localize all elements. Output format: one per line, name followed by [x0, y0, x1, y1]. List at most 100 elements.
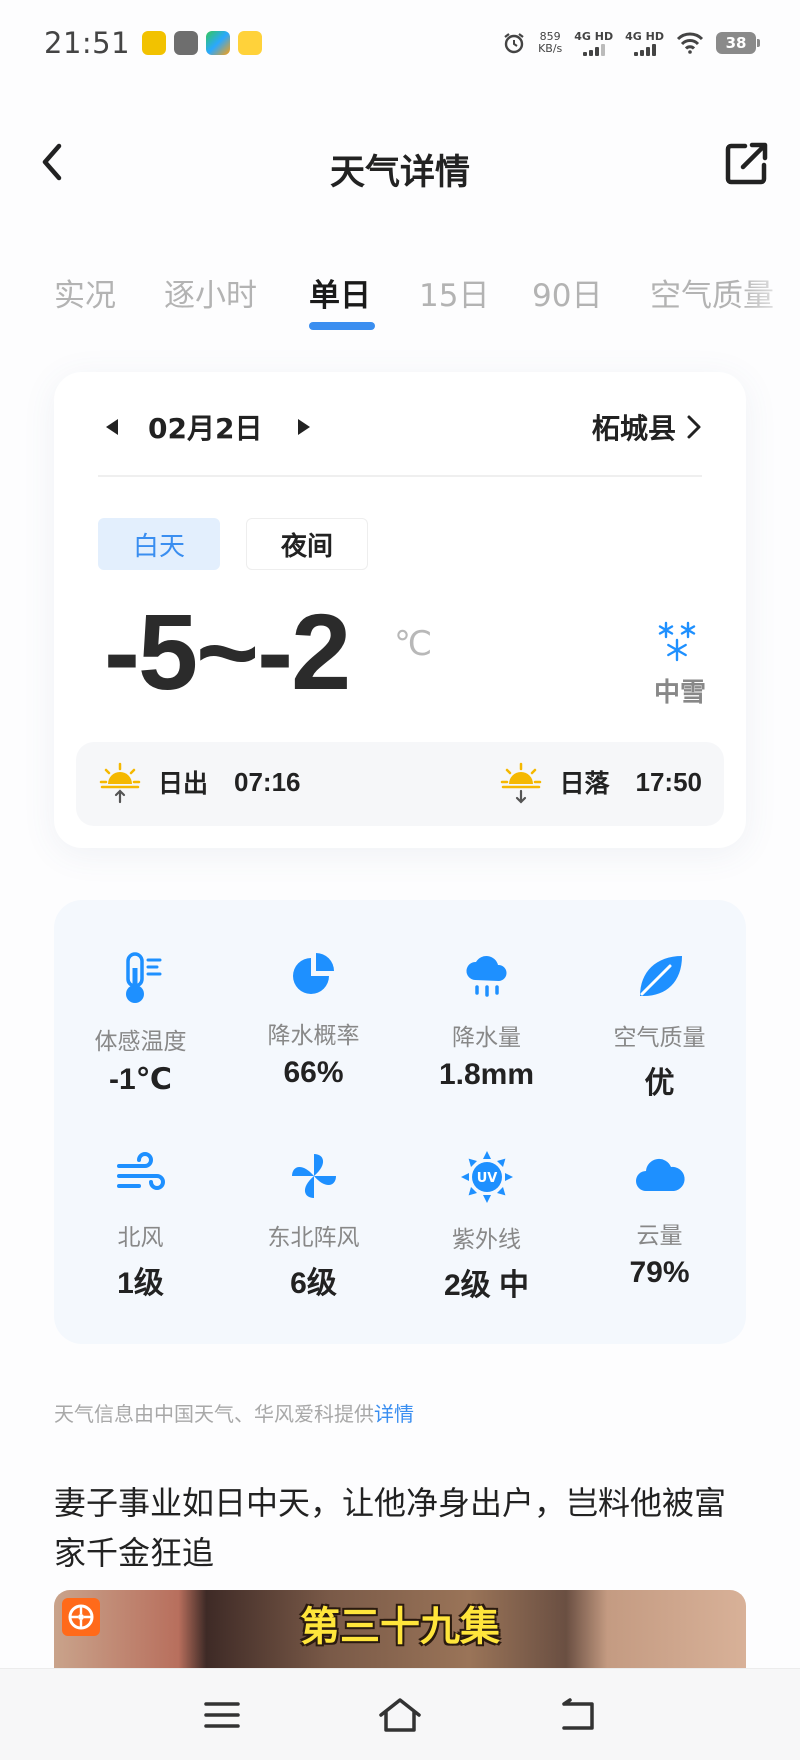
metric-feels-like: 体感温度 -1℃ — [54, 900, 227, 1096]
uv-sun-icon: UV — [460, 1151, 513, 1203]
chevron-left-icon — [42, 143, 62, 181]
signal-sim2: 4G HD — [625, 31, 664, 56]
weather-condition: 中雪 — [653, 678, 706, 708]
back-arrow-icon — [562, 1698, 594, 1730]
metric-precip-probability: 降水概率 66% — [227, 900, 400, 1090]
system-nav-bar — [0, 1668, 800, 1760]
page-title: 天气详情 — [329, 153, 471, 193]
credit-details-link[interactable]: 详情 — [374, 1402, 414, 1426]
app-header: 天气详情 — [0, 118, 800, 210]
metric-label: 北风 — [117, 1225, 164, 1251]
news-headline[interactable]: 妻子事业如日中天，让他净身出户，岂料他被富家千金狂追 — [54, 1478, 754, 1578]
metric-label: 体感温度 — [94, 1029, 187, 1055]
location-selector[interactable]: 柘城县 — [592, 407, 702, 447]
day-forecast-card: 02月2日 柘城县 白天 夜间 -5~-2 ℃ 中雪 日出 07:16 日落 1… — [54, 372, 746, 848]
selected-date: 02月2日 — [148, 412, 263, 445]
tab-15-day[interactable]: 15日 — [419, 270, 489, 315]
metric-air-quality: 空气质量 优 — [573, 900, 746, 1100]
app-notification-icon — [174, 31, 199, 55]
night-segment-button[interactable]: 夜间 — [246, 518, 368, 570]
triangle-left-icon — [106, 419, 118, 435]
snowflake-icon — [658, 621, 696, 662]
sunset-icon — [501, 762, 542, 804]
divider — [98, 475, 702, 477]
back-button[interactable] — [30, 140, 74, 184]
news-thumbnail[interactable]: 第三十九集 — [54, 1590, 746, 1670]
forecast-tabs: 实况 逐小时 单日 15日 90日 空气质量 — [0, 270, 800, 332]
alarm-icon — [504, 33, 524, 54]
metric-label: 云量 — [636, 1223, 683, 1249]
thermometer-icon — [125, 952, 161, 1003]
menu-button[interactable] — [198, 1691, 246, 1739]
svg-text:UV: UV — [476, 1171, 497, 1186]
metric-value: 79% — [629, 1256, 690, 1289]
app-notification-icon — [206, 31, 231, 55]
wind-icon — [116, 1152, 165, 1190]
network-speed: 859 KB/s — [538, 30, 563, 55]
home-button[interactable] — [376, 1691, 424, 1739]
menu-icon — [204, 1702, 240, 1728]
metric-value: 优 — [644, 1067, 675, 1100]
credit-text: 天气信息由中国天气、华风爱科提供 — [54, 1402, 374, 1426]
metric-uv: UV 紫外线 2级 中 — [400, 1100, 573, 1302]
day-segment-button[interactable]: 白天 — [98, 518, 220, 570]
metric-gust: 东北阵风 6级 — [227, 1100, 400, 1300]
back-nav-button[interactable] — [554, 1691, 602, 1739]
leaf-icon — [639, 956, 682, 996]
metric-cloud-cover: 云量 79% — [573, 1100, 746, 1290]
sunrise-label: 日出 — [158, 769, 209, 798]
sun-times: 日出 07:16 日落 17:50 — [76, 742, 724, 826]
rain-cloud-icon — [465, 956, 507, 997]
signal-sim1: 4G HD — [574, 31, 613, 56]
home-icon — [379, 1698, 421, 1732]
metric-label: 紫外线 — [452, 1227, 521, 1253]
prev-day-button[interactable] — [98, 413, 126, 441]
metric-value: 6级 — [290, 1267, 337, 1300]
metric-value: -1℃ — [108, 1063, 172, 1096]
pie-chart-icon — [292, 953, 334, 994]
notification-icons — [142, 31, 263, 55]
tab-single-day[interactable]: 单日 — [309, 270, 371, 315]
pinwheel-icon — [291, 1154, 336, 1198]
temperature-range: -5~-2 — [104, 591, 351, 712]
data-source-credit: 天气信息由中国天气、华风爱科提供详情 — [54, 1398, 414, 1427]
app-notification-icon — [142, 31, 167, 55]
status-indicators: 859 KB/s 4G HD 4G HD 38 — [502, 30, 760, 56]
app-notification-icon — [238, 31, 263, 55]
temperature-unit: ℃ — [394, 624, 433, 664]
metric-label: 空气质量 — [613, 1025, 706, 1051]
metric-value: 2级 中 — [443, 1269, 530, 1302]
sunrise-icon — [99, 762, 141, 804]
metric-label: 降水概率 — [267, 1023, 360, 1049]
status-time: 21:51 — [44, 26, 131, 60]
metric-label: 降水量 — [452, 1025, 521, 1051]
sunset-label: 日落 — [559, 769, 610, 798]
metric-value: 1.8mm — [438, 1058, 535, 1091]
status-bar: 21:51 859 KB/s 4G HD 4G HD 38 — [0, 0, 800, 86]
next-day-button[interactable] — [290, 413, 318, 441]
share-external-icon — [725, 142, 768, 185]
metric-value: 66% — [283, 1056, 344, 1089]
tab-hourly[interactable]: 逐小时 — [164, 270, 257, 315]
triangle-right-icon — [298, 419, 311, 435]
thumbnail-caption: 第三十九集 — [300, 1604, 500, 1650]
sunrise-time: 07:16 — [234, 766, 301, 797]
metric-label: 东北阵风 — [267, 1225, 360, 1251]
battery-icon: 38 — [716, 32, 760, 54]
metric-value: 1级 — [117, 1267, 164, 1300]
active-tab-indicator — [309, 322, 375, 330]
sunset: 日落 17:50 — [499, 760, 702, 804]
date-row: 02月2日 柘城县 — [98, 402, 702, 452]
tabs-fade — [740, 270, 800, 330]
share-button[interactable] — [724, 140, 770, 186]
cloud-icon — [635, 1158, 685, 1191]
metric-wind: 北风 1级 — [54, 1100, 227, 1300]
tab-live[interactable]: 实况 — [54, 270, 116, 315]
chevron-right-icon — [687, 415, 701, 439]
video-app-logo-icon — [62, 1598, 100, 1636]
weather-metrics-grid: 体感温度 -1℃ 降水概率 66% 降水量 1.8mm 空气质量 优 北风 1级… — [54, 900, 746, 1344]
metric-precip-amount: 降水量 1.8mm — [400, 900, 573, 1091]
tab-90-day[interactable]: 90日 — [532, 270, 602, 315]
sunrise: 日出 07:16 — [98, 760, 301, 804]
location-name: 柘城县 — [591, 412, 676, 445]
